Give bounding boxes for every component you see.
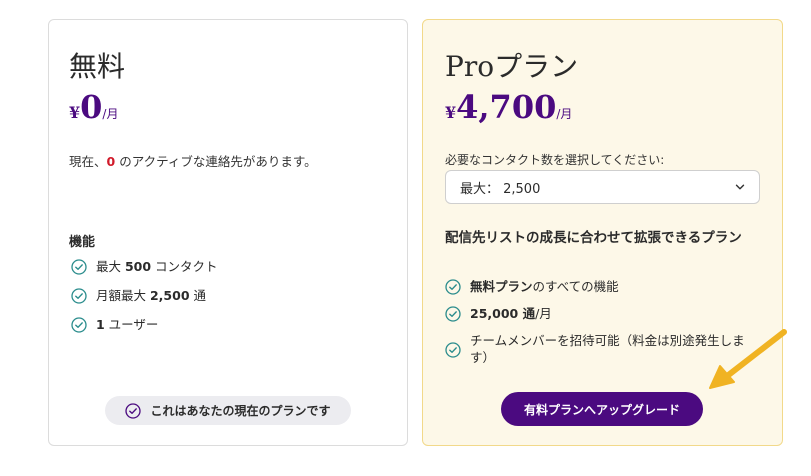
- price-amount: 4,700: [456, 88, 557, 126]
- current-contacts-prefix: 現在、: [69, 154, 107, 169]
- feature-item: 1 ユーザー: [71, 316, 218, 333]
- chevron-down-icon: [735, 184, 745, 190]
- free-feature-list: 最大 500 コンタクト 月額最大 2,500 通 1 ユーザー: [71, 258, 218, 343]
- pro-plan-price: ¥4,700/月: [445, 88, 572, 126]
- current-contacts-suffix: のアクティブな連絡先があります。: [115, 154, 317, 169]
- pro-plan-heading: 配信先リストの成長に合わせて拡張できるプラン: [445, 230, 742, 246]
- contact-count-label: 必要なコンタクト数を選択してください:: [445, 153, 665, 167]
- check-circle-icon: [71, 259, 87, 275]
- check-circle-icon: [445, 279, 461, 295]
- feature-item: 25,000 通/月: [445, 305, 750, 322]
- check-circle-icon: [445, 341, 461, 358]
- contact-count-value: 最大： 2,500: [460, 181, 541, 197]
- current-contacts-count: 0: [106, 154, 116, 169]
- feature-item: 最大 500 コンタクト: [71, 258, 218, 275]
- price-currency: ¥: [445, 103, 457, 122]
- free-plan-title: 無料: [69, 50, 126, 83]
- feature-label: 25,000 通/月: [470, 306, 552, 321]
- current-plan-badge: これはあなたの現在のプランです: [105, 396, 351, 425]
- current-contacts-text: 現在、0 のアクティブな連絡先があります。: [69, 151, 317, 170]
- price-amount: 0: [80, 88, 103, 126]
- check-circle-icon: [71, 317, 87, 333]
- feature-label: 無料プランのすべての機能: [470, 279, 619, 294]
- price-currency: ¥: [69, 103, 81, 122]
- price-period: /月: [102, 107, 119, 121]
- pro-plan-title: Proプラン: [445, 50, 579, 83]
- check-circle-icon: [125, 402, 142, 419]
- feature-label: 最大 500 コンタクト: [96, 259, 218, 274]
- upgrade-button[interactable]: 有料プランへアップグレード: [501, 392, 703, 426]
- free-plan-card: 無料 ¥0/月 現在、0 のアクティブな連絡先があります。 機能 最大 500 …: [48, 19, 408, 446]
- annotation-arrow-icon: [709, 329, 787, 389]
- features-heading: 機能: [69, 235, 96, 250]
- check-circle-icon: [445, 306, 461, 322]
- feature-label: 1 ユーザー: [96, 317, 159, 332]
- current-plan-label: これはあなたの現在のプランです: [150, 404, 331, 418]
- feature-label: 月額最大 2,500 通: [96, 288, 207, 303]
- feature-item: 月額最大 2,500 通: [71, 287, 218, 304]
- free-plan-price: ¥0/月: [69, 88, 118, 126]
- check-circle-icon: [71, 288, 87, 304]
- contact-count-select[interactable]: 最大： 2,500: [445, 170, 760, 204]
- price-period: /月: [556, 107, 573, 121]
- feature-item: 無料プランのすべての機能: [445, 278, 750, 295]
